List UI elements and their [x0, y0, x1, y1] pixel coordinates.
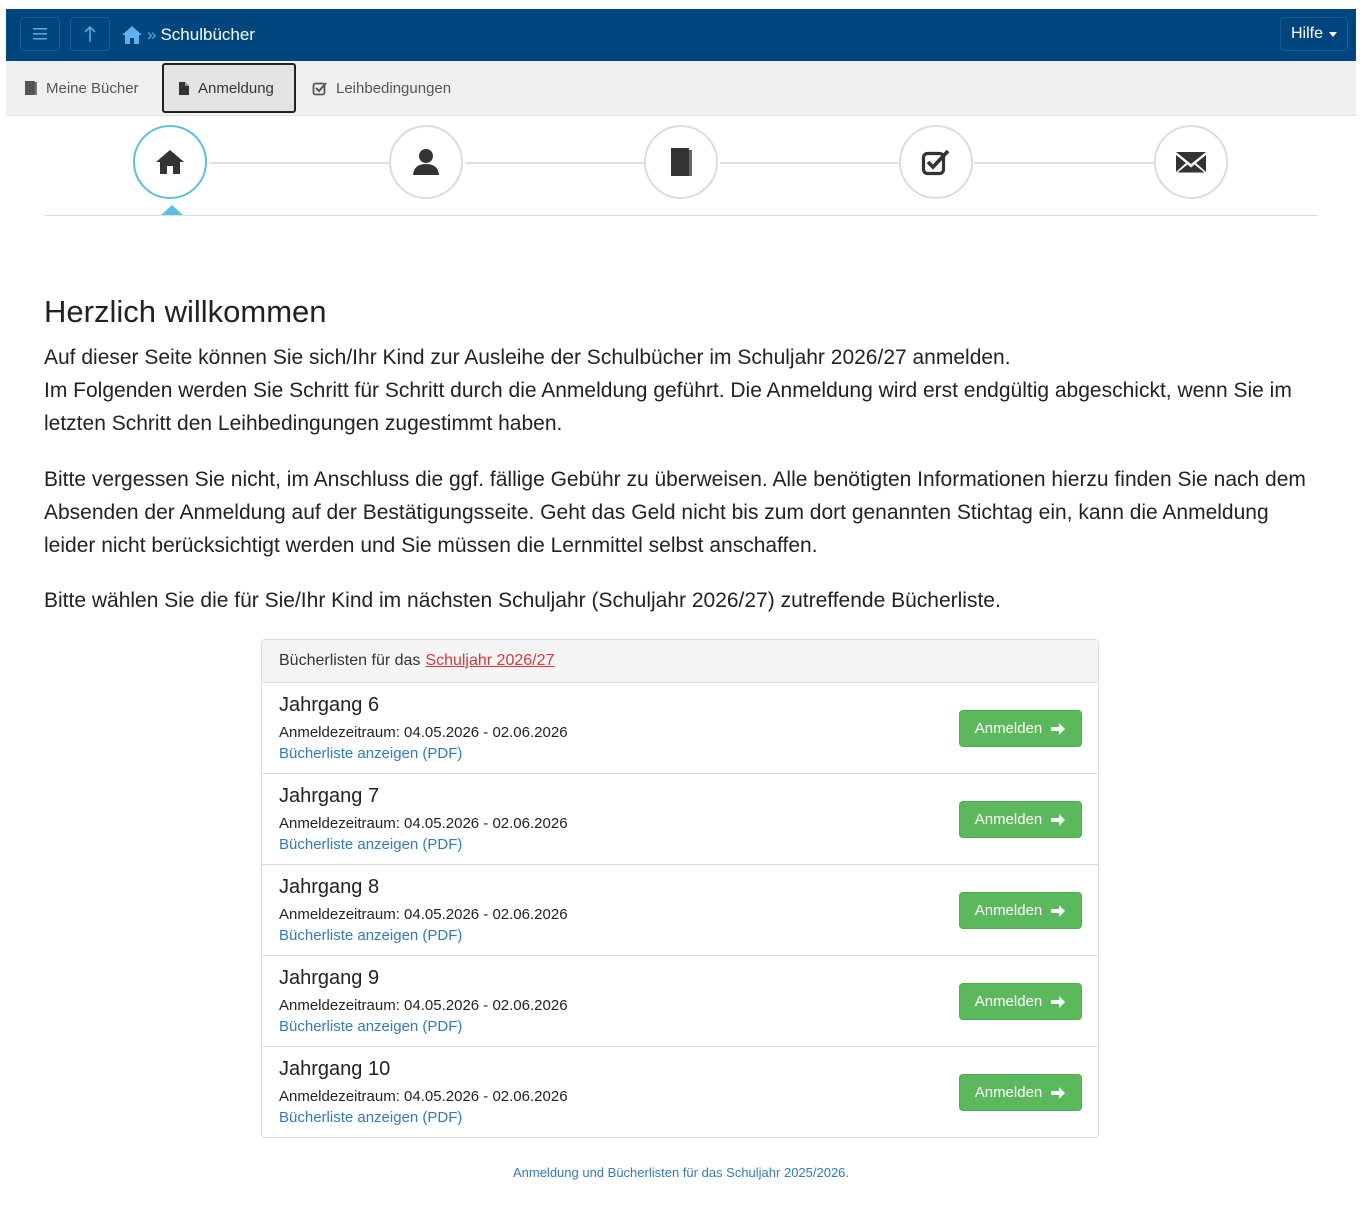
register-button-label: Anmelden [974, 993, 1043, 1010]
tab-leihbedingungen[interactable]: Leihbedingungen [312, 63, 451, 113]
pdf-link[interactable]: Bücherliste anzeigen (PDF) [279, 1109, 462, 1126]
register-button[interactable]: Anmelden [959, 983, 1082, 1020]
wizard-step-conditions[interactable] [899, 125, 973, 199]
panel-header: Bücherlisten für das Schuljahr 2026/27 [262, 640, 1098, 683]
register-button[interactable]: Anmelden [959, 892, 1082, 929]
panel-header-text: Bücherlisten für das [279, 652, 421, 669]
grade-title: Jahrgang 8 [279, 876, 380, 898]
tab-label: Leihbedingungen [336, 79, 452, 97]
up-button[interactable] [70, 17, 110, 51]
register-button[interactable]: Anmelden [959, 710, 1082, 747]
tab-meine-buecher[interactable]: Meine Bücher [24, 63, 139, 113]
arrow-right-icon [1051, 995, 1066, 1008]
home-icon [156, 150, 184, 174]
step-connector [209, 162, 393, 164]
register-button[interactable]: Anmelden [959, 1074, 1082, 1111]
breadcrumb: » Schulbücher [121, 22, 255, 48]
booklist-panel: Bücherlisten für das Schuljahr 2026/27 J… [261, 639, 1099, 1138]
grade-title: Jahrgang 6 [279, 694, 380, 716]
arrow-up-icon [84, 25, 96, 42]
breadcrumb-separator: » [147, 25, 157, 44]
registration-period: Anmeldezeitraum: 04.05.2026 - 02.06.2026 [279, 906, 568, 923]
active-step-indicator [161, 205, 183, 215]
wizard-steps [44, 115, 1318, 216]
arrow-right-icon [1051, 813, 1066, 826]
booklist-row: Jahrgang 9 Anmeldezeitraum: 04.05.2026 -… [262, 956, 1098, 1047]
user-icon [413, 149, 439, 175]
registration-period: Anmeldezeitraum: 04.05.2026 - 02.06.2026 [279, 815, 568, 832]
top-navbar: » Schulbücher Hilfe [6, 9, 1356, 61]
step-connector [720, 162, 904, 164]
pdf-link[interactable]: Bücherliste anzeigen (PDF) [279, 1018, 462, 1035]
home-icon[interactable] [121, 25, 143, 45]
school-year-link[interactable]: Schuljahr 2026/27 [425, 652, 554, 670]
intro-paragraph: Auf dieser Seite können Sie sich/Ihr Kin… [44, 341, 1324, 440]
hamburger-icon [33, 28, 47, 40]
tab-label: Meine Bücher [46, 79, 139, 97]
book-icon [671, 148, 692, 176]
tab-bar: Meine Bücher Anmeldung Leihbedingungen [6, 61, 1356, 116]
help-label: Hilfe [1290, 25, 1323, 42]
book-icon [24, 80, 38, 96]
wizard-step-submit[interactable] [1154, 125, 1228, 199]
pdf-link[interactable]: Bücherliste anzeigen (PDF) [279, 927, 462, 944]
step-connector [465, 162, 649, 164]
registration-period: Anmeldezeitraum: 04.05.2026 - 02.06.2026 [279, 1088, 568, 1105]
registration-period: Anmeldezeitraum: 04.05.2026 - 02.06.2026 [279, 724, 568, 741]
tab-anmeldung[interactable]: Anmeldung [162, 63, 296, 113]
register-button-label: Anmelden [974, 720, 1043, 737]
registration-period: Anmeldezeitraum: 04.05.2026 - 02.06.2026 [279, 997, 568, 1014]
caret-down-icon [1329, 31, 1337, 37]
fee-paragraph: Bitte vergessen Sie nicht, im Anschluss … [44, 468, 1306, 557]
grade-title: Jahrgang 9 [279, 967, 380, 989]
register-button[interactable]: Anmelden [959, 801, 1082, 838]
grade-title: Jahrgang 10 [279, 1058, 391, 1080]
arrow-right-icon [1051, 722, 1066, 735]
intro-line-1: Auf dieser Seite können Sie sich/Ihr Kin… [44, 346, 1011, 369]
arrow-right-icon [1051, 904, 1066, 917]
grade-title: Jahrgang 7 [279, 785, 380, 807]
footer-link[interactable]: Anmeldung und Bücherlisten für das Schul… [6, 1165, 1356, 1180]
app-title[interactable]: Schulbücher [160, 25, 255, 45]
arrow-right-icon [1051, 1086, 1066, 1099]
help-dropdown[interactable]: Hilfe [1279, 17, 1348, 51]
pdf-link[interactable]: Bücherliste anzeigen (PDF) [279, 745, 462, 762]
register-button-label: Anmelden [974, 902, 1043, 919]
register-button-label: Anmelden [974, 811, 1043, 828]
file-icon [178, 81, 190, 96]
checkbox-icon [921, 149, 950, 176]
page-title: Herzlich willkommen [44, 294, 327, 329]
step-connector [974, 162, 1158, 164]
pdf-link[interactable]: Bücherliste anzeigen (PDF) [279, 836, 462, 853]
intro-line-2: Im Folgenden werden Sie Schritt für Schr… [44, 379, 1292, 435]
menu-button[interactable] [20, 17, 60, 51]
booklist-row: Jahrgang 7 Anmeldezeitraum: 04.05.2026 -… [262, 774, 1098, 865]
wizard-step-books[interactable] [644, 125, 718, 199]
register-button-label: Anmelden [974, 1084, 1043, 1101]
booklist-row: Jahrgang 6 Anmeldezeitraum: 04.05.2026 -… [262, 683, 1098, 774]
page: » Schulbücher Hilfe Meine Bücher Anmeldu… [6, 9, 1356, 1212]
wizard-step-user[interactable] [389, 125, 463, 199]
tab-label: Anmeldung [198, 79, 274, 97]
booklist-row: Jahrgang 10 Anmeldezeitraum: 04.05.2026 … [262, 1047, 1098, 1137]
checkbox-icon [312, 81, 328, 96]
envelope-icon [1176, 152, 1206, 173]
booklist-row: Jahrgang 8 Anmeldezeitraum: 04.05.2026 -… [262, 865, 1098, 956]
choose-paragraph: Bitte wählen Sie die für Sie/Ihr Kind im… [44, 589, 1001, 612]
wizard-step-home[interactable] [133, 125, 207, 199]
